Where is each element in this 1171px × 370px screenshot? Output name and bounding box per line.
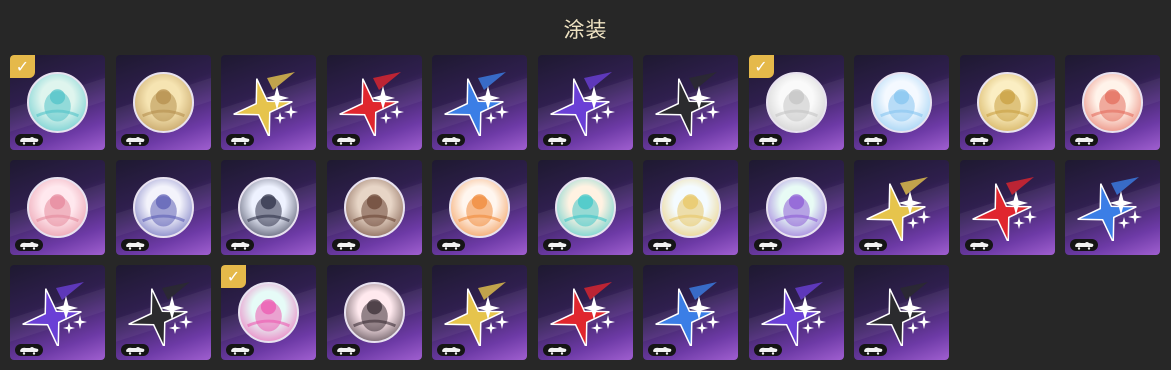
blonde-chibi-portrait-icon xyxy=(660,177,721,238)
skate-icon xyxy=(1070,134,1098,146)
skate-icon xyxy=(648,134,676,146)
skin-tile[interactable]: ✓ xyxy=(221,265,316,360)
black-star-icon xyxy=(866,278,936,348)
girl-portrait-gold-icon xyxy=(132,72,194,133)
red-star-icon xyxy=(971,173,1042,243)
skate-icon xyxy=(226,134,254,146)
teal-wave-emblem-icon xyxy=(27,72,88,133)
skin-tile[interactable] xyxy=(432,160,527,255)
skate-icon xyxy=(753,134,782,146)
purple-star-icon xyxy=(549,68,620,138)
skin-tile[interactable] xyxy=(326,160,422,255)
candy-orbit-emblem-icon xyxy=(765,177,827,238)
selected-check-icon: ✓ xyxy=(10,55,35,78)
skin-tile[interactable] xyxy=(1065,55,1160,150)
skin-tile[interactable] xyxy=(748,160,844,255)
skate-icon xyxy=(648,344,676,356)
skate-icon xyxy=(120,344,149,356)
skin-tile[interactable] xyxy=(537,265,633,360)
skin-tile[interactable] xyxy=(1065,160,1160,255)
skin-tile[interactable]: ✓ xyxy=(10,55,105,150)
skin-tile[interactable] xyxy=(10,160,105,255)
fox-girl-portrait-icon xyxy=(1082,72,1143,133)
skate-icon xyxy=(120,239,149,251)
skin-tile[interactable] xyxy=(959,55,1055,150)
black-star-icon xyxy=(655,68,725,138)
skate-icon xyxy=(753,344,782,356)
armored-mascot-icon xyxy=(765,72,827,133)
skate-icon xyxy=(859,239,887,251)
cyan-mech-emblem-icon xyxy=(554,177,616,238)
skate-icon xyxy=(120,134,149,146)
skate-icon xyxy=(648,239,676,251)
skate-icon xyxy=(542,344,571,356)
skate-icon xyxy=(226,344,254,356)
black-star-icon xyxy=(127,278,198,348)
cute-mascots-icon xyxy=(449,177,510,238)
pink-cat-emblem-icon xyxy=(238,282,299,343)
blue-wave-emblem-icon xyxy=(871,72,932,133)
skate-icon xyxy=(964,134,993,146)
skin-tile[interactable] xyxy=(643,265,738,360)
skin-tile[interactable] xyxy=(115,55,211,150)
skin-tile[interactable] xyxy=(537,160,633,255)
skate-icon xyxy=(437,344,465,356)
skate-icon xyxy=(753,239,782,251)
selected-check-icon: ✓ xyxy=(221,265,246,288)
duo-portrait-icon xyxy=(343,177,405,238)
skate-icon xyxy=(964,239,993,251)
selected-check-icon: ✓ xyxy=(748,55,774,78)
skate-icon xyxy=(542,134,571,146)
skate-icon xyxy=(437,239,465,251)
skin-tile[interactable] xyxy=(643,55,738,150)
skin-tile[interactable] xyxy=(115,160,211,255)
skin-tile[interactable] xyxy=(221,160,316,255)
skin-tile[interactable] xyxy=(854,55,949,150)
skate-icon xyxy=(331,344,360,356)
skin-tile[interactable] xyxy=(326,265,422,360)
blue-star-icon xyxy=(444,68,514,138)
skin-tile[interactable] xyxy=(537,55,633,150)
skin-tile[interactable] xyxy=(854,265,949,360)
purple-star-icon xyxy=(760,278,831,348)
purple-crest-emblem-icon xyxy=(132,177,194,238)
skin-tile[interactable] xyxy=(854,160,949,255)
skate-icon xyxy=(15,344,43,356)
skate-icon xyxy=(859,344,887,356)
gold-star-icon xyxy=(866,173,936,243)
blue-star-icon xyxy=(655,278,725,348)
skin-tile[interactable] xyxy=(10,265,105,360)
skin-tile[interactable] xyxy=(115,265,211,360)
blue-star-icon xyxy=(1077,173,1147,243)
pink-girl-portrait-icon xyxy=(27,177,88,238)
skin-grid: ✓ ✓ ✓ xyxy=(10,55,1170,360)
skate-icon xyxy=(1070,239,1098,251)
skate-icon xyxy=(859,134,887,146)
skate-icon xyxy=(15,239,43,251)
skate-icon xyxy=(331,239,360,251)
gold-compass-emblem-icon xyxy=(976,72,1038,133)
red-star-icon xyxy=(338,68,409,138)
skate-icon xyxy=(15,134,43,146)
red-star-icon xyxy=(549,278,620,348)
gold-star-icon xyxy=(444,278,514,348)
skin-tile[interactable] xyxy=(643,160,738,255)
purple-star-icon xyxy=(22,278,92,348)
skate-icon xyxy=(542,239,571,251)
page-title: 涂装 xyxy=(563,18,608,42)
skin-tile[interactable] xyxy=(432,265,527,360)
skin-tile[interactable]: ✓ xyxy=(748,55,844,150)
skate-icon xyxy=(437,134,465,146)
boy-portrait-icon xyxy=(238,177,299,238)
skin-tile[interactable] xyxy=(221,55,316,150)
gold-star-icon xyxy=(233,68,303,138)
skate-icon xyxy=(331,134,360,146)
skin-tile[interactable] xyxy=(326,55,422,150)
skate-icon xyxy=(226,239,254,251)
skin-tile[interactable] xyxy=(959,160,1055,255)
skin-tile[interactable] xyxy=(748,265,844,360)
skin-tile[interactable] xyxy=(432,55,527,150)
dark-hair-portrait-icon xyxy=(343,282,405,343)
